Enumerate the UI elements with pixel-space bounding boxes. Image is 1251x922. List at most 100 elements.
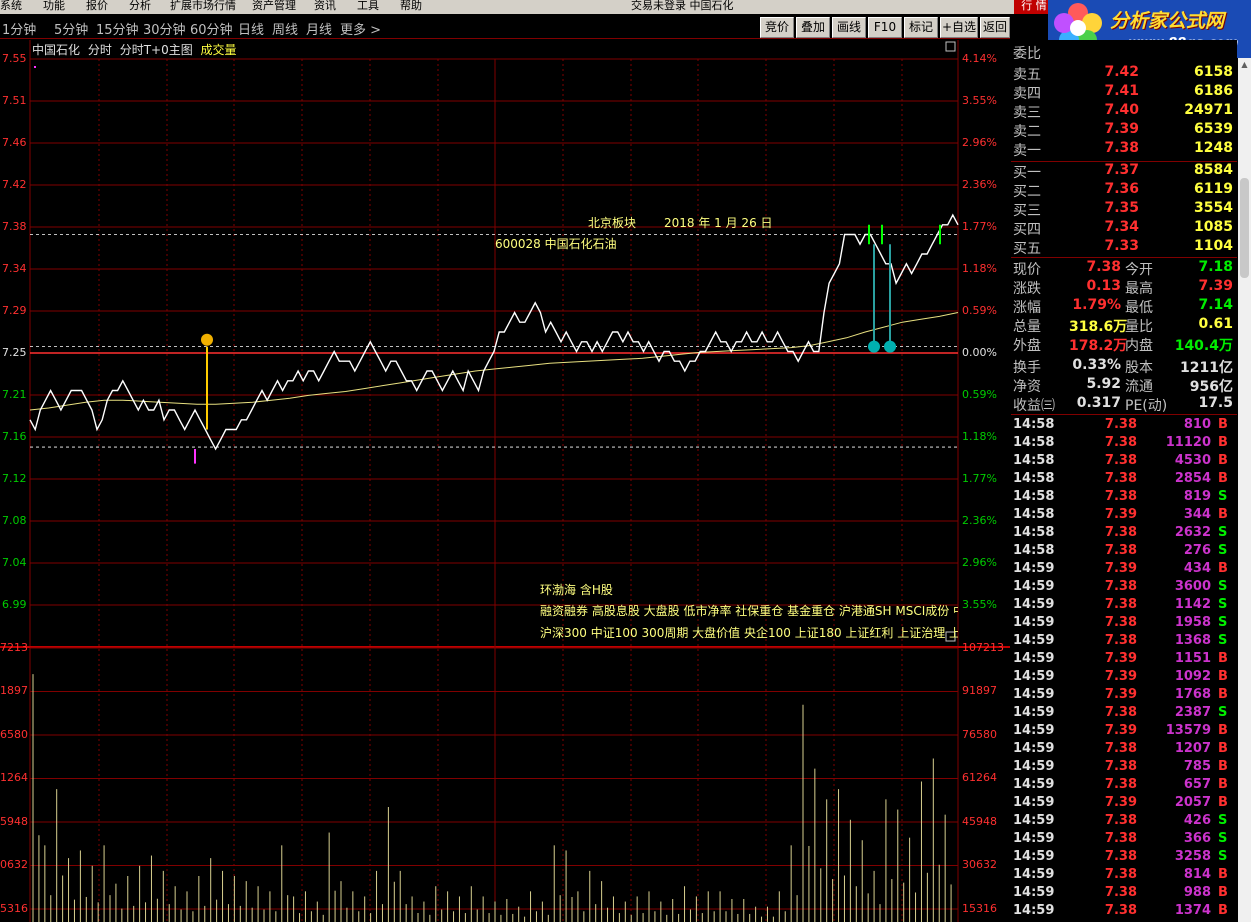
tick-row[interactable]: 14:59 7.39 13579 B (1011, 723, 1237, 741)
tick-row[interactable]: 14:58 7.38 276 S (1011, 543, 1237, 561)
price-tick-label: 7.29 (2, 304, 27, 317)
buy-level-row[interactable]: 买三 7.35 3554 (1011, 200, 1237, 219)
tick-row[interactable]: 14:58 7.38 819 S (1011, 489, 1237, 507)
buy-level-label: 买五 (1013, 241, 1041, 257)
tick-row[interactable]: 14:58 7.38 810 B (1011, 417, 1237, 435)
tick-time: 14:59 (1013, 651, 1055, 666)
sell-level-row[interactable]: 卖四 7.41 6186 (1011, 83, 1237, 102)
tick-row[interactable]: 14:59 7.38 3600 S (1011, 579, 1237, 597)
tick-price: 7.38 (1104, 705, 1137, 720)
volume-tick-label: 15316 (962, 901, 997, 915)
tick-side: S (1218, 525, 1228, 540)
volume-tick-label: 107213 (962, 641, 1004, 654)
tick-side: B (1218, 561, 1228, 576)
tick-side: B (1218, 777, 1228, 792)
tick-row[interactable]: 14:58 7.38 4530 B (1011, 453, 1237, 471)
intraday-chart[interactable] (0, 0, 1010, 922)
quote-label: 内盘 (1125, 338, 1153, 354)
buy-level-volume: 8584 (1194, 162, 1233, 178)
tick-volume: 1768 (1174, 687, 1211, 702)
tick-row[interactable]: 14:59 7.38 657 B (1011, 777, 1237, 795)
tick-row[interactable]: 14:59 7.39 1092 B (1011, 669, 1237, 687)
buy-level-row[interactable]: 买一 7.37 8584 (1011, 162, 1237, 181)
tick-side: B (1218, 507, 1228, 522)
quote-label: 收益㈢ (1013, 398, 1055, 414)
price-tick-label: 7.42 (2, 178, 27, 191)
sell-level-row[interactable]: 卖三 7.40 24971 (1011, 102, 1237, 121)
percent-tick-label: 2.96% (962, 556, 997, 569)
tick-volume: 814 (1183, 867, 1211, 882)
percent-tick-label: 3.55% (962, 598, 997, 611)
volume-tick-label: 91897 (962, 684, 997, 698)
quote-label: 现价 (1013, 262, 1041, 278)
sell-level-price: 7.42 (1104, 64, 1139, 80)
tick-price: 7.39 (1104, 723, 1137, 738)
tick-row[interactable]: 14:58 7.39 344 B (1011, 507, 1237, 525)
volume-tick-label: 0632 (0, 858, 28, 872)
tick-row[interactable]: 14:59 7.39 2057 B (1011, 795, 1237, 813)
tick-time: 14:58 (1013, 543, 1055, 558)
quote-label: PE(动) (1125, 398, 1168, 414)
tick-row[interactable]: 14:59 7.38 426 S (1011, 813, 1237, 831)
tick-time: 14:59 (1013, 849, 1055, 864)
tick-time: 14:59 (1013, 687, 1055, 702)
tick-volume: 1092 (1174, 669, 1211, 684)
tick-price: 7.38 (1104, 777, 1137, 792)
buy-level-volume: 6119 (1194, 181, 1233, 197)
buy-level-row[interactable]: 买四 7.34 1085 (1011, 219, 1237, 238)
tick-row[interactable]: 14:59 7.38 366 S (1011, 831, 1237, 849)
percent-tick-label: 2.96% (962, 136, 997, 149)
tick-row[interactable]: 14:59 7.38 2387 S (1011, 705, 1237, 723)
tick-row[interactable]: 14:59 7.38 814 B (1011, 867, 1237, 885)
tick-row[interactable]: 14:59 7.38 1142 S (1011, 597, 1237, 615)
tick-side: B (1218, 795, 1228, 810)
tick-price: 7.38 (1104, 759, 1137, 774)
tick-price: 7.38 (1104, 543, 1137, 558)
tick-volume: 1368 (1174, 633, 1211, 648)
tick-row[interactable]: 14:59 7.38 1958 S (1011, 615, 1237, 633)
sell-level-row[interactable]: 卖五 7.42 6158 (1011, 64, 1237, 83)
tick-row[interactable]: 14:59 7.38 785 B (1011, 759, 1237, 777)
sell-level-price: 7.38 (1104, 140, 1139, 156)
tick-price: 7.39 (1104, 561, 1137, 576)
tick-volume: 2854 (1174, 471, 1211, 486)
buy-level-volume: 3554 (1194, 200, 1233, 216)
quote-row: 换手 0.33% 股本 1211亿 (1011, 357, 1237, 376)
quote-label: 外盘 (1013, 338, 1041, 354)
buy-level-volume: 1085 (1194, 219, 1233, 235)
tick-side: S (1218, 633, 1228, 648)
tick-volume: 434 (1183, 561, 1211, 576)
tick-row[interactable]: 14:59 7.38 1374 B (1011, 903, 1237, 921)
sell-level-row[interactable]: 卖一 7.38 1248 (1011, 140, 1237, 159)
quote-row: 净资 5.92 流通 956亿 (1011, 376, 1237, 395)
tick-row[interactable]: 14:59 7.38 1368 S (1011, 633, 1237, 651)
tick-time: 14:58 (1013, 417, 1055, 432)
volume-tick-label: 30632 (962, 858, 997, 872)
quote-label: 涨幅 (1013, 300, 1041, 316)
tick-volume: 2632 (1174, 525, 1211, 540)
sell-level-label: 卖三 (1013, 105, 1041, 121)
tick-time: 14:59 (1013, 597, 1055, 612)
tick-volume: 13579 (1165, 723, 1211, 738)
quote-value: 0.13 (1086, 278, 1121, 294)
tick-row[interactable]: 14:59 7.39 1151 B (1011, 651, 1237, 669)
quote-label: 流通 (1125, 379, 1153, 395)
tick-row[interactable]: 14:58 7.38 2854 B (1011, 471, 1237, 489)
buy-level-row[interactable]: 买五 7.33 1104 (1011, 238, 1237, 257)
tick-volume: 810 (1183, 417, 1211, 432)
tick-row[interactable]: 14:59 7.39 434 B (1011, 561, 1237, 579)
quote-value: 140.4万 (1174, 338, 1233, 354)
tick-row[interactable]: 14:59 7.38 3258 S (1011, 849, 1237, 867)
tick-row[interactable]: 14:59 7.38 988 B (1011, 885, 1237, 903)
tick-row[interactable]: 14:59 7.39 1768 B (1011, 687, 1237, 705)
tick-row[interactable]: 14:58 7.38 2632 S (1011, 525, 1237, 543)
scrollbar-thumb[interactable] (1240, 178, 1249, 278)
volume-tick-label: 45948 (962, 814, 997, 828)
buy-level-row[interactable]: 买二 7.36 6119 (1011, 181, 1237, 200)
sell-level-row[interactable]: 卖二 7.39 6539 (1011, 121, 1237, 140)
tick-row[interactable]: 14:59 7.38 1207 B (1011, 741, 1237, 759)
tick-row[interactable]: 14:58 7.38 11120 B (1011, 435, 1237, 453)
tick-price: 7.38 (1104, 417, 1137, 432)
scroll-up-arrow-icon[interactable]: ▲ (1240, 60, 1249, 70)
price-tick-label: 7.12 (2, 472, 27, 485)
